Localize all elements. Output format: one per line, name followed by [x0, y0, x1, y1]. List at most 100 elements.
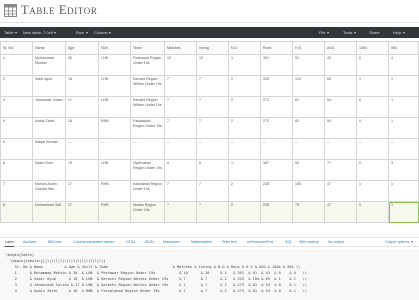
table-cell[interactable]: 3 — [0, 96, 33, 118]
table-cell[interactable]: 325 — [260, 75, 293, 97]
table-cell[interactable]: --- — [356, 138, 389, 160]
table-cell[interactable]: 7 — [196, 117, 229, 139]
tab-asciidoc[interactable]: Asciidoc — [23, 238, 36, 247]
table-cell[interactable]: 7 — [164, 75, 197, 97]
table-cell[interactable]: RHB — [98, 201, 131, 223]
table-cell[interactable]: --- — [164, 138, 197, 160]
table-cell[interactable]: 65 — [324, 75, 357, 97]
table-cell[interactable]: 93 — [292, 159, 325, 181]
table-cell[interactable]: 54 — [324, 117, 357, 139]
table-cell[interactable]: 7 — [164, 201, 197, 223]
table-cell[interactable]: 2 — [228, 180, 261, 202]
table-cell[interactable]: Sabir Ayub — [32, 75, 66, 97]
table-cell[interactable]: Muhammad Saif — [32, 201, 66, 223]
table-cell[interactable]: 10 — [164, 54, 197, 76]
column-header[interactable]: Skill — [98, 41, 131, 55]
table-cell[interactable]: 238 — [260, 201, 293, 223]
tab-bbcode[interactable]: BBCode — [48, 238, 61, 247]
table-cell[interactable]: 1 — [228, 54, 261, 76]
table-cell[interactable]: 17 — [65, 201, 99, 223]
table-cell[interactable]: LHB — [98, 54, 131, 76]
tools-menu[interactable]: Tools — [343, 27, 356, 38]
help-menu[interactable]: Help — [393, 27, 405, 38]
table-cell[interactable]: 81 — [292, 117, 325, 139]
table-cell[interactable]: 7 — [164, 180, 197, 202]
table-cell[interactable]: 105 — [292, 180, 325, 202]
tab-markdown[interactable]: Markdown — [163, 238, 180, 247]
column-header[interactable]: Inning — [196, 41, 229, 55]
table-cell[interactable]: 17 — [65, 96, 99, 118]
table-cell[interactable]: Jahanzaib Sultan — [32, 96, 66, 118]
table-cell[interactable]: 7 — [164, 96, 197, 118]
column-header[interactable]: AVG — [324, 41, 357, 55]
table-cell[interactable]: 4 — [0, 117, 33, 139]
column-header[interactable]: Name — [32, 41, 66, 55]
table-cell[interactable]: 104 — [292, 75, 325, 97]
table-cell[interactable]: --- — [324, 138, 357, 160]
column-menu[interactable]: Column — [94, 27, 112, 38]
table-cell[interactable]: 1 — [0, 54, 33, 76]
latex-output[interactable]: \begin{table} \begin{tabular}{|l|l|l|l|l… — [0, 249, 419, 300]
table-cell[interactable]: 7 — [164, 117, 197, 139]
table-cell[interactable]: 7 — [196, 180, 229, 202]
column-header[interactable]: Matches — [164, 41, 197, 55]
table-cell[interactable]: 81 — [292, 96, 325, 118]
column-header[interactable]: H.S — [292, 41, 325, 55]
table-cell[interactable]: --- — [260, 138, 293, 160]
table-cell[interactable]: Hyderabad Region Under 19s — [130, 159, 165, 181]
table-cell[interactable]: RHB — [98, 180, 131, 202]
file-menu[interactable]: File — [319, 27, 329, 38]
table-cell[interactable]: Peshawar Region Under 19s — [130, 54, 165, 76]
table-cell[interactable]: 7 — [0, 180, 33, 202]
table-cell[interactable]: 19 — [65, 159, 99, 181]
table-cell[interactable]: 47 — [324, 201, 357, 223]
table-cell[interactable]: 17 — [65, 180, 99, 202]
row-menu[interactable]: Row — [76, 27, 88, 38]
tab-no-output[interactable]: No output — [328, 238, 344, 247]
table-cell[interactable]: 77 — [324, 159, 357, 181]
table-cell[interactable]: 2 — [228, 201, 261, 223]
column-header[interactable]: N.O — [228, 41, 261, 55]
table-cell[interactable]: --- — [130, 138, 165, 160]
table-cell[interactable]: --- — [388, 138, 419, 160]
active-table-cell[interactable]: 1 — [388, 201, 419, 223]
table-cell[interactable]: 1 — [356, 180, 389, 202]
column-header[interactable]: Runs — [260, 41, 293, 55]
table-cell[interactable]: Islamabad Region Under 19s — [130, 180, 165, 202]
table-cell[interactable]: --- — [228, 138, 261, 160]
table-cell[interactable]: --- — [98, 138, 131, 160]
table-cell[interactable]: 75 — [292, 201, 325, 223]
table-cell[interactable]: 2 — [228, 96, 261, 118]
table-menu[interactable]: Table — [4, 27, 18, 38]
table-cell[interactable]: Saad Khan — [32, 159, 66, 181]
table-cell[interactable]: Karachi Region Whites Under 19s — [130, 96, 165, 118]
table-cell[interactable]: 7 — [196, 96, 229, 118]
table-cell[interactable]: 391 — [260, 54, 293, 76]
table-cell[interactable]: 3 — [388, 159, 419, 181]
table-cell[interactable]: 0 — [356, 201, 389, 223]
table-cell[interactable]: 1 — [388, 75, 419, 97]
table-cell[interactable]: 2 — [0, 75, 33, 97]
tab-wiki-markup[interactable]: Wiki markup — [299, 238, 319, 247]
table-cell[interactable]: 6 — [196, 159, 229, 181]
share-menu[interactable]: Share — [369, 27, 380, 38]
table-cell[interactable]: 0 — [356, 96, 389, 118]
table-cell[interactable]: --- — [292, 138, 325, 160]
column-header[interactable]: Sr. No — [0, 41, 33, 55]
table-cell[interactable]: 238 — [260, 180, 293, 202]
table-cell[interactable]: Waqar Ahmad — [32, 138, 66, 160]
table-cell[interactable]: 0 — [356, 117, 389, 139]
tab-restructuredtext[interactable]: reStructuredText — [247, 238, 273, 247]
table-cell[interactable]: LHB — [98, 75, 131, 97]
table-cell[interactable]: 2 — [228, 117, 261, 139]
table-cell[interactable]: 91 — [292, 54, 325, 76]
table-cell[interactable]: --- — [196, 138, 229, 160]
table-cell[interactable]: 1 — [388, 117, 419, 139]
tab-plain-text[interactable]: Plain text — [222, 238, 237, 247]
table-cell[interactable]: Faisalabad Region Under 19s — [130, 117, 165, 139]
table-cell[interactable]: 30 — [65, 54, 99, 76]
tab-csv[interactable]: Comma-separated values — [73, 238, 114, 247]
table-cell[interactable]: 18 — [65, 75, 99, 97]
table-cell[interactable]: --- — [65, 138, 99, 160]
table-cell[interactable]: Awais Zafar — [32, 117, 66, 139]
